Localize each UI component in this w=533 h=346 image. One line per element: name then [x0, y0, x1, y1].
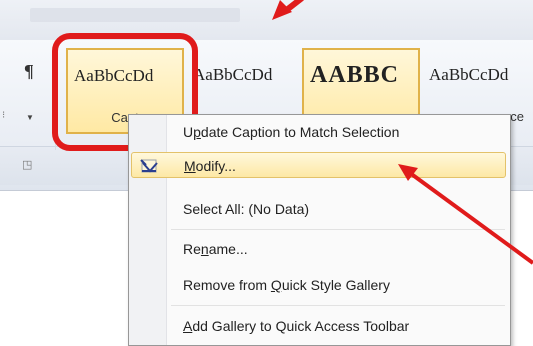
dialog-launcher-icon[interactable]: ◳ [22, 158, 32, 171]
blurred-title-area [30, 8, 240, 22]
style-sample-text: AaBbCcDd [193, 65, 273, 84]
menu-item-label: Modify... [184, 158, 236, 174]
menu-item-remove-from-gallery[interactable]: Remove from Quick Style Gallery [131, 272, 506, 298]
menu-item-rename[interactable]: Rename... [131, 236, 506, 262]
style-context-menu: Update Caption to Match Selection Modify… [128, 114, 511, 346]
menu-item-select-all[interactable]: Select All: (No Data) [131, 196, 506, 222]
menu-item-label: Update Caption to Match Selection [183, 124, 400, 140]
menu-item-label: Remove from Quick Style Gallery [183, 277, 390, 293]
menu-separator [171, 305, 505, 306]
menu-item-label: Add Gallery to Quick Access Toolbar [183, 318, 410, 334]
menu-item-update-caption[interactable]: Update Caption to Match Selection [131, 119, 506, 145]
menu-item-label: Select All: (No Data) [183, 201, 310, 217]
modify-style-icon [140, 159, 158, 173]
style-sample-text: AABBC [310, 62, 400, 88]
show-formatting-marks-button[interactable]: ¶ [24, 61, 34, 82]
style-sample-text: AaBbCcDd [429, 65, 509, 84]
chevron-down-icon[interactable]: ▼ [26, 113, 34, 122]
menu-separator [171, 229, 505, 230]
ribbon-overflow-icon: ⁝ [2, 110, 6, 121]
menu-item-add-to-qat[interactable]: Add Gallery to Quick Access Toolbar [131, 313, 506, 339]
menu-item-modify[interactable]: Modify... [131, 152, 506, 178]
menu-icon-gutter [129, 115, 167, 345]
menu-item-label: Rename... [183, 241, 248, 257]
